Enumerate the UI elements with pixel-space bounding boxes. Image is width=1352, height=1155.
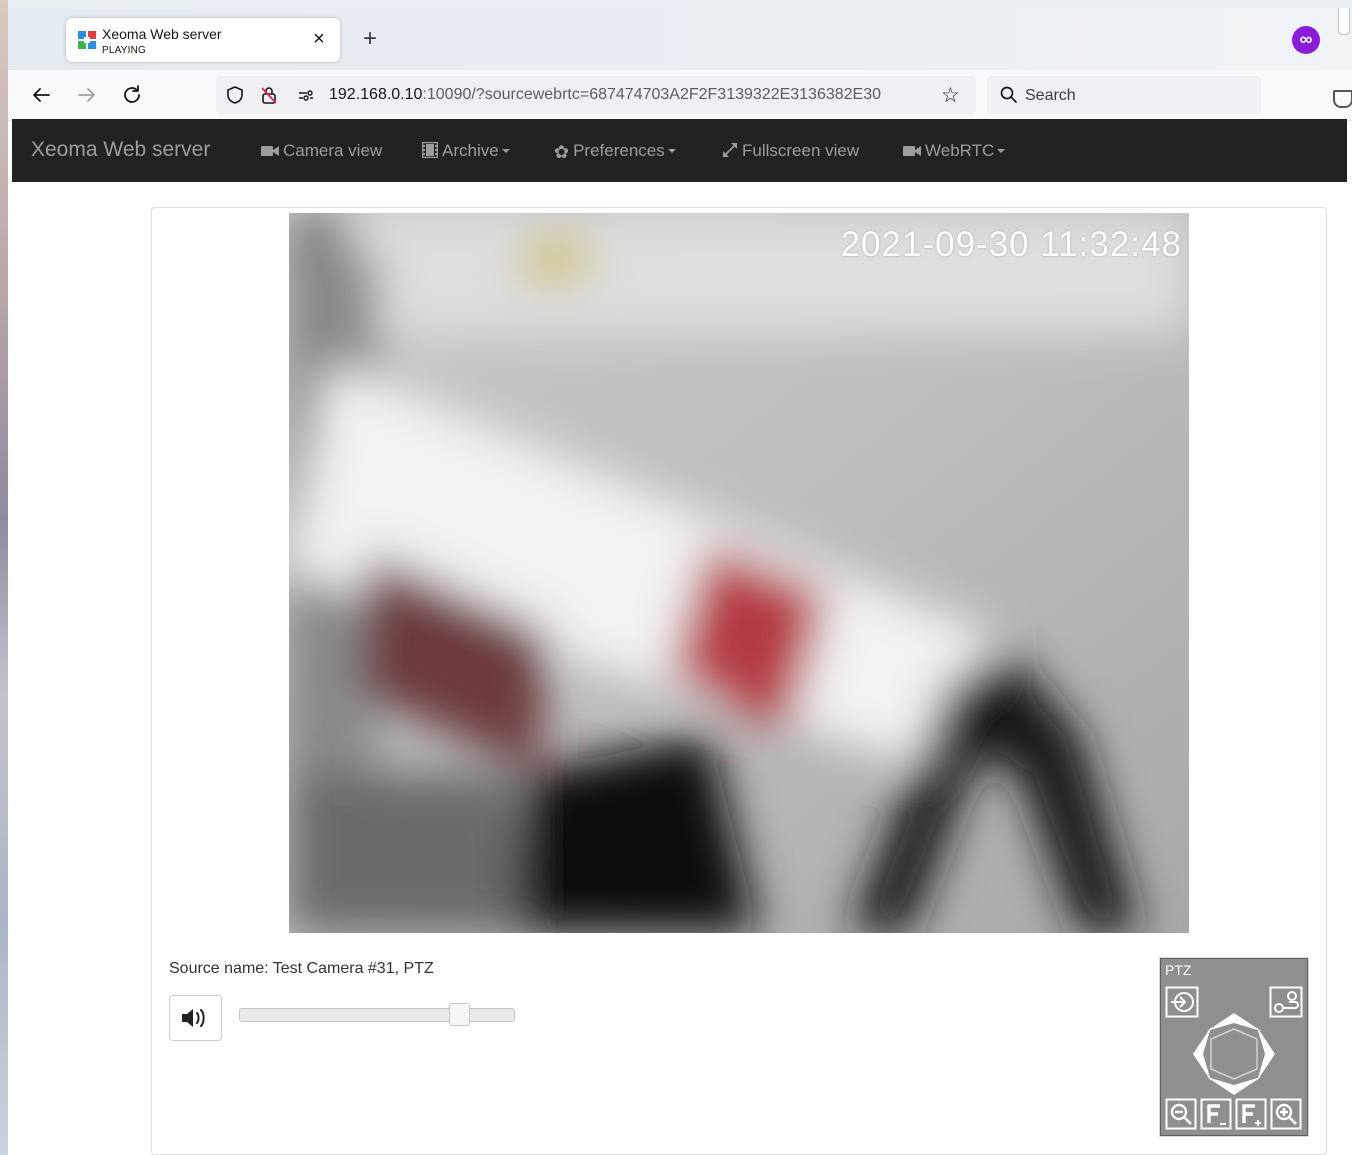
camera-panel: 2021-09-30 11:32:48 Source name: Test Ca… xyxy=(151,207,1327,1155)
zoom-out-icon[interactable] xyxy=(1165,1098,1197,1130)
ptz-right-arrow xyxy=(1257,1027,1275,1081)
desktop-background-strip xyxy=(0,0,8,1155)
focus-minus-icon[interactable] xyxy=(1200,1098,1232,1130)
search-bar[interactable]: Search xyxy=(987,76,1261,114)
close-icon[interactable]: × xyxy=(308,29,330,51)
video-camera-icon xyxy=(261,146,279,156)
ptz-control-panel: PTZ xyxy=(1159,957,1309,1137)
video-camera-icon xyxy=(903,146,921,156)
back-icon[interactable] xyxy=(28,82,54,108)
search-icon xyxy=(1000,86,1017,103)
app-navbar: Xeoma Web server Camera view Archive ✿ Pr… xyxy=(12,119,1347,182)
volume-icon xyxy=(182,1009,205,1027)
url-host: 192.168.0.10 xyxy=(329,86,423,103)
browser-window: Xeoma Web server PLAYING × + ∞ 192.168.0… xyxy=(8,8,1352,1155)
menu-fullscreen-label: Fullscreen view xyxy=(742,141,860,160)
new-tab-button[interactable]: + xyxy=(358,27,382,52)
navigation-toolbar: 192.168.0.10:10090/?sourcewebrtc=6874747… xyxy=(8,70,1352,121)
extension-icon[interactable]: ∞ xyxy=(1292,26,1320,54)
film-icon xyxy=(422,142,438,158)
url-path: :10090/?sourcewebrtc=687474703A2F2F31393… xyxy=(422,86,882,103)
zoom-in-icon[interactable] xyxy=(1270,1098,1302,1130)
search-input[interactable]: Search xyxy=(1025,87,1076,105)
pocket-icon[interactable] xyxy=(1333,90,1352,108)
chevron-down-icon xyxy=(501,149,510,153)
gear-icon: ✿ xyxy=(554,142,570,162)
menu-camera-view-label: Camera view xyxy=(283,141,383,160)
browser-tab[interactable]: Xeoma Web server PLAYING × xyxy=(66,18,340,62)
shield-icon[interactable] xyxy=(225,85,245,105)
forward-icon[interactable] xyxy=(74,82,100,108)
video-timestamp: 2021-09-30 11:32:48 xyxy=(840,225,1182,264)
menu-preferences-label: Preferences xyxy=(573,141,665,160)
url-bar[interactable]: 192.168.0.10:10090/?sourcewebrtc=6874747… xyxy=(216,76,976,114)
menu-fullscreen[interactable]: Fullscreen view xyxy=(722,141,859,161)
camera-video-stream[interactable]: 2021-09-30 11:32:48 xyxy=(289,213,1189,933)
volume-slider-handle[interactable] xyxy=(448,1003,470,1026)
window-edge xyxy=(1338,8,1350,35)
mute-button[interactable] xyxy=(169,995,222,1041)
source-name: Source name: Test Camera #31, PTZ xyxy=(169,960,434,977)
desktop-top xyxy=(0,0,1352,8)
permissions-icon[interactable] xyxy=(296,85,316,105)
menu-webrtc-label: WebRTC xyxy=(925,141,995,160)
menu-archive[interactable]: Archive xyxy=(422,141,510,161)
app-brand[interactable]: Xeoma Web server xyxy=(31,138,210,162)
tab-audio-status[interactable]: PLAYING xyxy=(102,45,146,56)
chevron-down-icon xyxy=(667,149,676,153)
tab-strip: Xeoma Web server PLAYING × + ∞ xyxy=(8,8,1352,70)
expand-icon xyxy=(723,143,737,157)
tab-title: Xeoma Web server xyxy=(102,26,222,42)
bookmark-star-icon[interactable]: ☆ xyxy=(941,83,960,108)
url-text[interactable]: 192.168.0.10:10090/?sourcewebrtc=6874747… xyxy=(329,86,933,104)
chevron-down-icon xyxy=(997,149,1006,153)
menu-camera-view[interactable]: Camera view xyxy=(261,141,382,161)
xeoma-favicon xyxy=(78,31,96,49)
ptz-left-arrow xyxy=(1193,1027,1211,1081)
focus-plus-icon[interactable] xyxy=(1235,1098,1267,1130)
ptz-label: PTZ xyxy=(1165,962,1192,978)
camera-frame-image xyxy=(289,213,1189,933)
reload-icon[interactable] xyxy=(119,82,145,108)
lock-crossed-icon[interactable] xyxy=(259,85,279,105)
menu-archive-label: Archive xyxy=(442,141,499,160)
menu-preferences[interactable]: ✿ Preferences xyxy=(554,141,676,163)
menu-webrtc[interactable]: WebRTC xyxy=(903,141,1006,161)
ptz-arrows[interactable] xyxy=(1191,1011,1277,1097)
volume-slider[interactable] xyxy=(239,1008,515,1022)
